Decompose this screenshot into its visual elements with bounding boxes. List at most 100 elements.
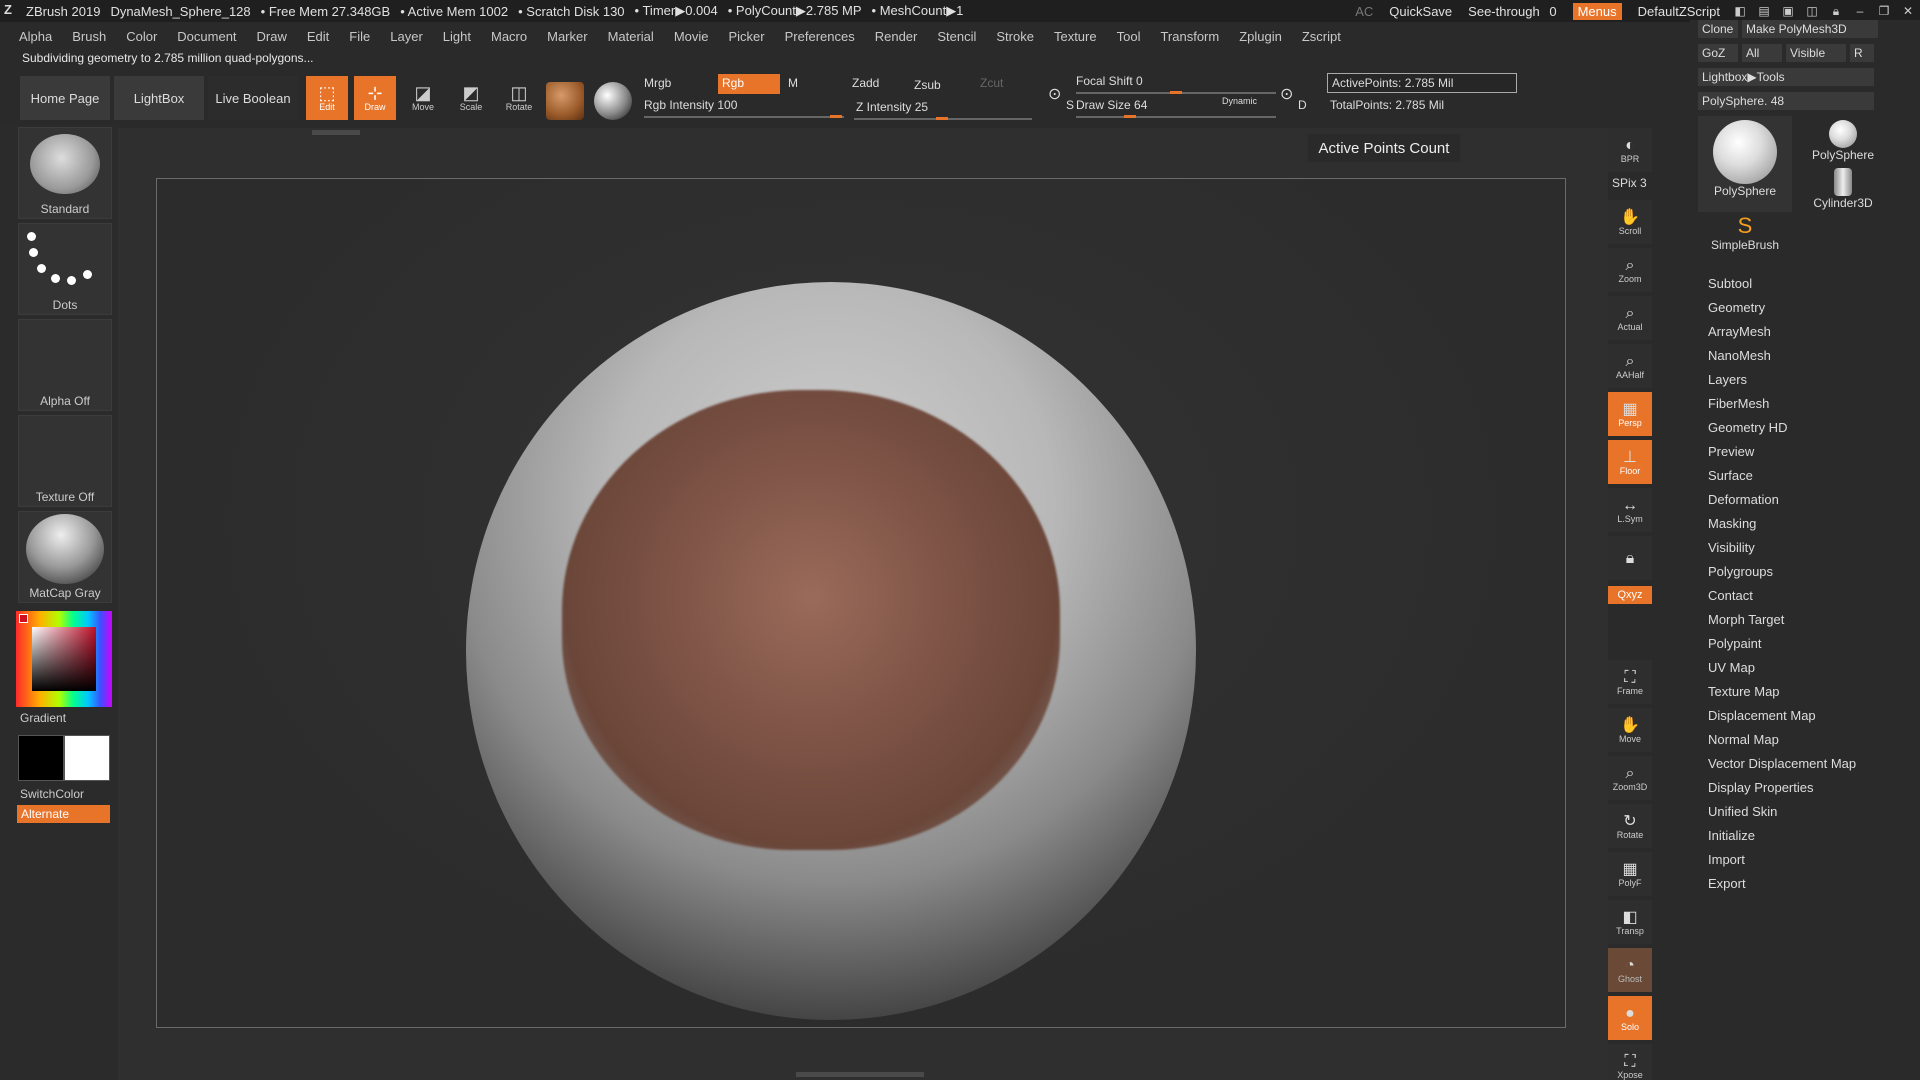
subpalette-texture-map[interactable]: Texture Map bbox=[1708, 680, 1856, 704]
subpalette-geometry-hd[interactable]: Geometry HD bbox=[1708, 416, 1856, 440]
tool-thumb-polysphere[interactable]: PolySphere bbox=[1698, 116, 1792, 212]
subpalette-polypaint[interactable]: Polypaint bbox=[1708, 632, 1856, 656]
subpalette-contact[interactable]: Contact bbox=[1708, 584, 1856, 608]
r-button[interactable]: R bbox=[1850, 44, 1874, 62]
zoom-button[interactable]: ⌕ Zoom bbox=[1608, 248, 1652, 292]
menu-macro[interactable]: Macro bbox=[491, 29, 527, 44]
m-button[interactable]: M bbox=[788, 76, 798, 90]
symmetry-s-icon[interactable]: ⊙ bbox=[1048, 84, 1061, 104]
subpalette-deformation[interactable]: Deformation bbox=[1708, 488, 1856, 512]
restore-icon[interactable]: ❐ bbox=[1872, 4, 1896, 18]
primary-color-swatch[interactable] bbox=[64, 735, 110, 781]
subpalette-visibility[interactable]: Visibility bbox=[1708, 536, 1856, 560]
menu-layer[interactable]: Layer bbox=[390, 29, 423, 44]
polysphere-slider[interactable]: PolySphere. 48 bbox=[1698, 92, 1874, 110]
zsub-button[interactable]: Zsub bbox=[914, 78, 941, 92]
draw-size-slider[interactable] bbox=[1076, 116, 1276, 118]
menu-edit[interactable]: Edit bbox=[307, 29, 329, 44]
all-button[interactable]: All bbox=[1742, 44, 1782, 62]
mrgb-button[interactable]: Mrgb bbox=[644, 76, 671, 90]
viewport-scroll-handle-bottom[interactable] bbox=[796, 1072, 924, 1077]
subpalette-subtool[interactable]: Subtool bbox=[1708, 272, 1856, 296]
seethrough-slider[interactable]: See-through 0 bbox=[1468, 4, 1556, 19]
draw-size-knob[interactable] bbox=[1124, 115, 1136, 118]
subpalette-displacement-map[interactable]: Displacement Map bbox=[1708, 704, 1856, 728]
draw-button[interactable]: ⊹ Draw bbox=[354, 76, 396, 120]
edit-button[interactable]: ⬚ Edit bbox=[306, 76, 348, 120]
subpalette-fibermesh[interactable]: FiberMesh bbox=[1708, 392, 1856, 416]
move-button[interactable]: ✋ Move bbox=[1608, 708, 1652, 752]
zcut-button[interactable]: Zcut bbox=[980, 76, 1003, 90]
tool-thumb-cylinder[interactable]: Cylinder3D bbox=[1796, 166, 1890, 212]
document-icon[interactable]: ▣ bbox=[1776, 4, 1800, 18]
menu-stroke[interactable]: Stroke bbox=[996, 29, 1034, 44]
menu-transform[interactable]: Transform bbox=[1160, 29, 1219, 44]
subpalette-import[interactable]: Import bbox=[1708, 848, 1856, 872]
z-intensity-label[interactable]: Z Intensity 25 bbox=[856, 100, 928, 114]
menu-layout-icon[interactable]: ▤ bbox=[1752, 4, 1776, 18]
aahalf-button[interactable]: ⌕ AAHalf bbox=[1608, 344, 1652, 388]
persp-button[interactable]: ▦ Persp bbox=[1608, 392, 1652, 436]
rgb-intensity-knob[interactable] bbox=[830, 115, 842, 118]
menu-light[interactable]: Light bbox=[443, 29, 471, 44]
subpalette-preview[interactable]: Preview bbox=[1708, 440, 1856, 464]
alpha-slot[interactable]: Alpha Off bbox=[18, 319, 112, 411]
menu-marker[interactable]: Marker bbox=[547, 29, 587, 44]
make-polymesh-button[interactable]: Make PolyMesh3D bbox=[1742, 20, 1878, 38]
floor-button[interactable]: ⊥ Floor bbox=[1608, 440, 1652, 484]
color-saturation-square[interactable] bbox=[32, 627, 96, 691]
xpose-button[interactable]: ⛶ Xpose bbox=[1608, 1044, 1652, 1080]
menu-file[interactable]: File bbox=[349, 29, 370, 44]
subpalette-export[interactable]: Export bbox=[1708, 872, 1856, 896]
close-icon[interactable]: ✕ bbox=[1896, 4, 1920, 18]
material-swatch-icon[interactable] bbox=[546, 82, 584, 120]
rotate-button[interactable]: ◫ Rotate bbox=[498, 76, 540, 120]
goz-button[interactable]: GoZ bbox=[1698, 44, 1738, 62]
z-intensity-knob[interactable] bbox=[936, 117, 948, 120]
spix-label[interactable]: SPix 3 bbox=[1612, 176, 1647, 190]
brush-slot[interactable]: Standard bbox=[18, 127, 112, 219]
subpalette-masking[interactable]: Masking bbox=[1708, 512, 1856, 536]
color-picker[interactable] bbox=[16, 611, 112, 707]
menu-brush[interactable]: Brush bbox=[72, 29, 106, 44]
zoom3d-button[interactable]: ⌕ Zoom3D bbox=[1608, 756, 1652, 800]
default-zscript-button[interactable]: DefaultZScript bbox=[1638, 4, 1720, 19]
lightbox-button[interactable]: LightBox bbox=[114, 76, 204, 120]
menu-render[interactable]: Render bbox=[875, 29, 918, 44]
switchcolor-button[interactable]: SwitchColor bbox=[20, 787, 84, 801]
xyz-button[interactable]: Qxyz bbox=[1608, 586, 1652, 604]
symmetry-d-icon[interactable]: ⊙ bbox=[1280, 84, 1293, 104]
subpalette-surface[interactable]: Surface bbox=[1708, 464, 1856, 488]
subpalette-normal-map[interactable]: Normal Map bbox=[1708, 728, 1856, 752]
lock-button[interactable]: 🔒︎ bbox=[1608, 536, 1652, 580]
lightbox-tools-button[interactable]: Lightbox▶Tools bbox=[1698, 68, 1874, 86]
actual-button[interactable]: ⌕ Actual bbox=[1608, 296, 1652, 340]
gradient-label[interactable]: Gradient bbox=[20, 711, 66, 725]
menu-document[interactable]: Document bbox=[177, 29, 236, 44]
scale-button[interactable]: ◩ Scale bbox=[450, 76, 492, 120]
alternate-button[interactable]: Alternate bbox=[17, 805, 110, 823]
subpalette-layers[interactable]: Layers bbox=[1708, 368, 1856, 392]
window-icon[interactable]: ◫ bbox=[1800, 4, 1824, 18]
draw-size-label[interactable]: Draw Size 64 bbox=[1076, 98, 1147, 112]
menu-preferences[interactable]: Preferences bbox=[785, 29, 855, 44]
lsym-button[interactable]: ↔ L.Sym bbox=[1608, 488, 1652, 532]
dynamic-toggle[interactable]: Dynamic bbox=[1222, 96, 1257, 106]
ac-label[interactable]: AC bbox=[1355, 4, 1373, 19]
minimize-icon[interactable]: – bbox=[1848, 4, 1872, 18]
menu-alpha[interactable]: Alpha bbox=[19, 29, 52, 44]
rgb-button[interactable]: Rgb bbox=[718, 74, 780, 94]
menu-tool[interactable]: Tool bbox=[1117, 29, 1141, 44]
scroll-button[interactable]: ✋ Scroll bbox=[1608, 200, 1652, 244]
bpr-button[interactable]: ◐ BPR bbox=[1608, 128, 1652, 172]
menu-draw[interactable]: Draw bbox=[257, 29, 287, 44]
subpalette-polygroups[interactable]: Polygroups bbox=[1708, 560, 1856, 584]
stroke-slot[interactable]: Dots bbox=[18, 223, 112, 315]
zadd-button[interactable]: Zadd bbox=[852, 76, 879, 90]
move-button[interactable]: ◪ Move bbox=[402, 76, 444, 120]
menu-zscript[interactable]: Zscript bbox=[1302, 29, 1341, 44]
polyf-button[interactable]: ▦ PolyF bbox=[1608, 852, 1652, 896]
viewport-scroll-handle-top[interactable] bbox=[312, 130, 360, 135]
rgb-intensity-label[interactable]: Rgb Intensity 100 bbox=[644, 98, 737, 112]
menus-button[interactable]: Menus bbox=[1572, 2, 1622, 20]
